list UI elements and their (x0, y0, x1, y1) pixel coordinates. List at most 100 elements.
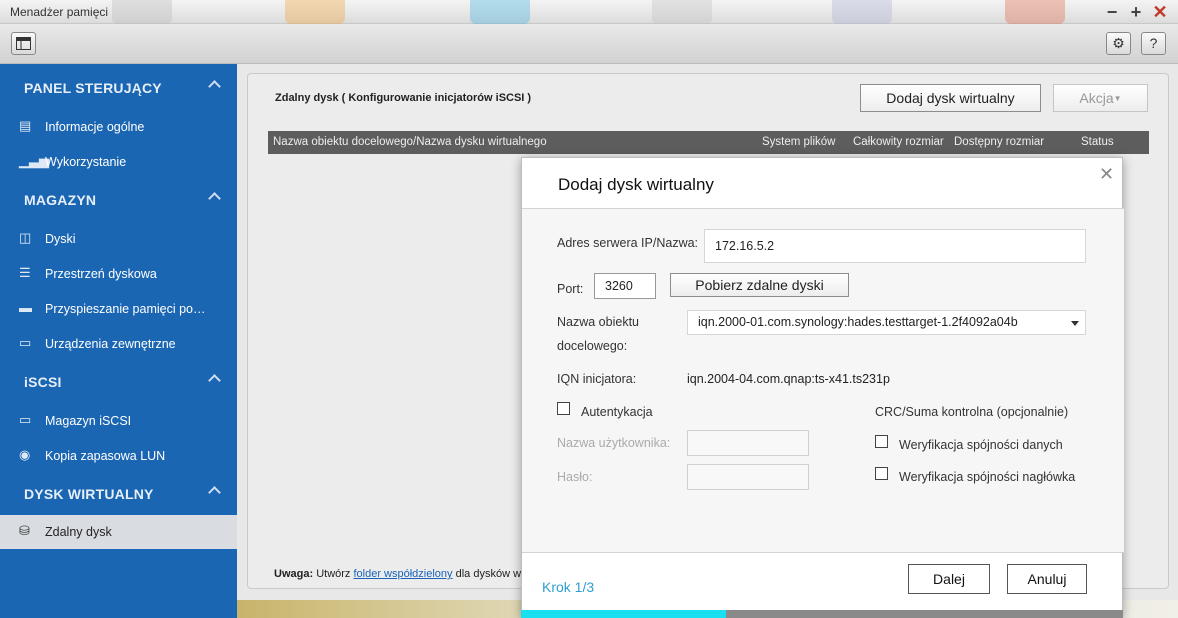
target-name-label-line2: docelowego: (557, 339, 628, 353)
sidebar-item-wykorzystanie[interactable]: ▁▃▅ Wykorzystanie (0, 145, 237, 179)
sidebar-item-kopia-zapasowa-lun[interactable]: ◉ Kopia zapasowa LUN (0, 439, 237, 473)
cache-icon: ▬ (19, 300, 32, 315)
background-app-icon (1005, 0, 1065, 24)
sidebar-item-magazyn-iscsi[interactable]: ▭ Magazyn iSCSI (0, 404, 237, 438)
section-label: DYSK WIRTUALNY (24, 486, 154, 502)
authentication-label: Autentykacja (581, 405, 653, 419)
port-label: Port: (557, 282, 584, 296)
shared-folder-link[interactable]: folder współdzielony (353, 568, 452, 580)
maximize-icon[interactable]: + (1127, 2, 1145, 22)
step-progress-bar (521, 610, 1123, 618)
iqn-value: iqn.2004-04.com.qnap:ts-x41.ts231p (687, 372, 890, 386)
password-input[interactable] (687, 464, 809, 490)
gear-icon: ⚙ (1112, 35, 1125, 51)
iscsi-storage-icon: ▭ (19, 412, 32, 427)
port-value: 3260 (605, 279, 633, 293)
password-label: Hasło: (557, 470, 593, 484)
chevron-up-icon[interactable] (208, 374, 221, 387)
dialog-body: Adres serwera IP/Nazwa: 172.16.5.2 Port:… (522, 209, 1124, 552)
help-icon: ? (1149, 35, 1158, 51)
data-digest-checkbox[interactable] (875, 435, 888, 448)
crc-label: CRC/Suma kontrolna (opcjonalnie) (875, 405, 1069, 419)
section-label: iSCSI (24, 374, 62, 390)
column-header-available-size[interactable]: Dostępny rozmiar (954, 136, 1044, 148)
sidebar-item-label: Dyski (45, 232, 76, 246)
column-header-target-name[interactable]: Nazwa obiektu docelowego/Nazwa dysku wir… (273, 136, 547, 148)
server-address-input[interactable]: 172.16.5.2 (704, 229, 1086, 263)
step-indicator: Krok 1/3 (542, 579, 595, 595)
sidebar-item-label: Wykorzystanie (45, 155, 127, 169)
port-input[interactable]: 3260 (594, 273, 656, 299)
sidebar-item-przyspieszanie[interactable]: ▬ Przyspieszanie pamięci podręcznej (0, 292, 237, 326)
close-icon[interactable]: ✕ (1099, 164, 1114, 185)
background-app-icon (652, 0, 712, 24)
sidebar-item-label: Urządzenia zewnętrzne (45, 337, 176, 351)
sidebar-item-label: Magazyn iSCSI (45, 414, 132, 428)
divider (522, 552, 1124, 553)
add-virtual-disk-dialog: Dodaj dysk wirtualny ✕ Adres serwera IP/… (521, 157, 1124, 618)
column-header-total-size[interactable]: Całkowity rozmiar (853, 136, 944, 148)
page-title: Zdalny dysk ( Konfigurowanie inicjatorów… (275, 92, 532, 104)
toolbar: ⚙ ? (0, 24, 1178, 64)
note-prefix: Uwaga: (274, 568, 314, 580)
authentication-checkbox[interactable] (557, 402, 570, 415)
section-label: PANEL STERUJĄCY (24, 80, 162, 96)
column-header-status[interactable]: Status (1081, 136, 1114, 148)
add-virtual-disk-button[interactable]: Dodaj dysk wirtualny (860, 84, 1041, 112)
settings-button[interactable]: ⚙ (1106, 32, 1131, 55)
external-device-icon: ▭ (19, 335, 32, 350)
section-dysk-wirtualny[interactable]: DYSK WIRTUALNY (0, 476, 237, 512)
username-label: Nazwa użytkownika: (557, 436, 671, 450)
storage-icon: ☰ (19, 265, 31, 280)
title-bar: Menadżer pamięci − + ✕ (0, 0, 1178, 24)
dialog-title: Dodaj dysk wirtualny (558, 175, 714, 194)
panel-icon (16, 37, 31, 50)
header-digest-label: Weryfikacja spójności nagłówka (899, 470, 1076, 484)
cancel-button[interactable]: Anuluj (1007, 564, 1087, 594)
help-button[interactable]: ? (1141, 32, 1166, 55)
sidebar-item-dyski[interactable]: ◫ Dyski (0, 222, 237, 256)
server-address-value: 172.16.5.2 (715, 239, 775, 253)
chevron-up-icon[interactable] (208, 486, 221, 499)
background-app-icon (832, 0, 892, 24)
username-input[interactable] (687, 430, 809, 456)
data-digest-label: Weryfikacja spójności danych (899, 438, 1063, 452)
chevron-up-icon[interactable] (208, 80, 221, 93)
step-progress-fill (521, 610, 726, 618)
sidebar-item-przestrzen-dyskowa[interactable]: ☰ Przestrzeń dyskowa (0, 257, 237, 291)
sidebar-item-label: Przyspieszanie pamięci podręcznej (45, 302, 210, 316)
section-label: MAGAZYN (24, 192, 97, 208)
section-magazyn[interactable]: MAGAZYN (0, 182, 237, 218)
section-panel-sterujacy[interactable]: PANEL STERUJĄCY (0, 70, 237, 106)
fetch-remote-disks-button[interactable]: Pobierz zdalne dyski (670, 273, 849, 297)
table-header: Nazwa obiektu docelowego/Nazwa dysku wir… (268, 131, 1149, 154)
disk-icon: ◫ (19, 230, 32, 245)
caret-down-icon: ▼ (1113, 94, 1122, 103)
section-iscsi[interactable]: iSCSI (0, 364, 237, 400)
sidebar-item-label: Informacje ogólne (45, 120, 145, 134)
close-icon[interactable]: ✕ (1151, 2, 1169, 22)
minimize-icon[interactable]: − (1103, 2, 1121, 22)
sidebar-item-label: Kopia zapasowa LUN (45, 449, 166, 463)
remote-disk-icon: ⛁ (19, 523, 30, 538)
panel-toggle-button[interactable] (11, 32, 36, 55)
chevron-up-icon[interactable] (208, 192, 221, 205)
background-app-icon (470, 0, 530, 24)
sidebar-item-urzadzenia-zewnetrzne[interactable]: ▭ Urządzenia zewnętrzne (0, 327, 237, 361)
note-text: Uwaga: Utwórz folder współdzielony dla d… (274, 568, 521, 580)
sidebar-item-zdalny-dysk[interactable]: ⛁ Zdalny dysk (0, 515, 237, 549)
note-body: Utwórz (316, 568, 351, 580)
column-header-filesystem[interactable]: System plików (762, 136, 836, 148)
target-name-select[interactable]: iqn.2000-01.com.synology:hades.testtarge… (687, 310, 1086, 335)
action-button[interactable]: Akcja▼ (1053, 84, 1148, 112)
server-address-label: Adres serwera IP/Nazwa: (557, 236, 699, 250)
next-button[interactable]: Dalej (908, 564, 990, 594)
header-digest-checkbox[interactable] (875, 467, 888, 480)
target-name-label: Nazwa obiektu (557, 315, 639, 329)
sidebar: PANEL STERUJĄCY ▤ Informacje ogólne ▁▃▅ … (0, 64, 237, 618)
sidebar-item-label: Zdalny dysk (45, 525, 112, 539)
backup-icon: ◉ (19, 447, 31, 462)
note-suffix: dla dysków w (455, 568, 522, 580)
sidebar-item-informacje-ogolne[interactable]: ▤ Informacje ogólne (0, 110, 237, 144)
sidebar-item-label: Przestrzeń dyskowa (45, 267, 157, 281)
